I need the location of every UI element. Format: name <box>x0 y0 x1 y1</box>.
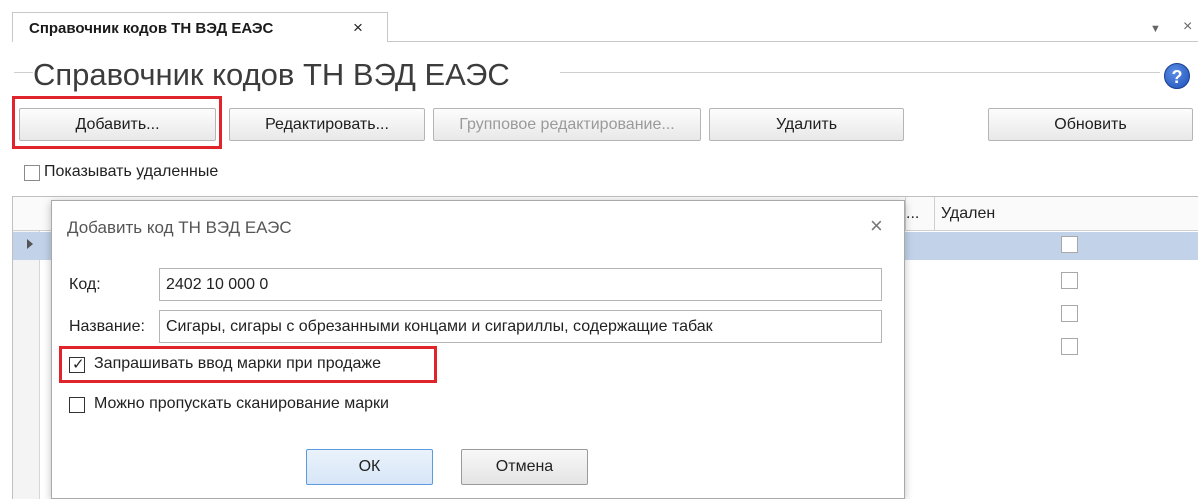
dialog-title: Добавить код ТН ВЭД ЕАЭС <box>67 218 292 237</box>
code-label: Код: <box>69 276 101 293</box>
allow-skip-checkbox[interactable] <box>69 397 85 413</box>
row-deleted-checkbox[interactable] <box>1061 236 1078 253</box>
tab-close-icon[interactable]: × <box>353 18 363 38</box>
window-close-icon[interactable]: × <box>1183 18 1192 36</box>
groupbox-border-right <box>560 72 1160 73</box>
checkmark-icon: ✓ <box>72 356 85 373</box>
page-title: Справочник кодов ТН ВЭД ЕАЭС <box>33 57 518 93</box>
tab-tnved-reference[interactable]: Справочник кодов ТН ВЭД ЕАЭС × <box>12 12 388 42</box>
column-header-deleted[interactable]: Удален <box>941 205 995 223</box>
group-edit-button[interactable]: Групповое редактирование... <box>433 108 701 141</box>
name-label: Название: <box>69 318 145 335</box>
dialog-close-icon[interactable]: × <box>870 213 883 239</box>
groupbox-border-left <box>14 72 34 73</box>
row-indicator-column <box>13 231 40 499</box>
ok-button[interactable]: ОК <box>306 449 433 485</box>
column-header-truncated[interactable]: ... <box>906 205 919 223</box>
require-mark-label: Запрашивать ввод марки при продаже <box>94 355 381 372</box>
help-icon[interactable]: ? <box>1164 63 1190 89</box>
tab-strip-divider <box>388 41 1198 42</box>
show-deleted-label: Показывать удаленные <box>44 163 219 180</box>
row-deleted-checkbox[interactable] <box>1061 305 1078 322</box>
cancel-button[interactable]: Отмена <box>461 449 588 485</box>
code-field[interactable]: 2402 10 000 0 <box>159 268 882 301</box>
row-deleted-checkbox[interactable] <box>1061 272 1078 289</box>
tab-label: Справочник кодов ТН ВЭД ЕАЭС <box>29 20 274 37</box>
header-separator <box>934 197 935 231</box>
edit-button[interactable]: Редактировать... <box>229 108 425 141</box>
name-field[interactable]: Сигары, сигары с обрезанными концами и с… <box>159 310 882 343</box>
show-deleted-checkbox[interactable] <box>24 165 40 181</box>
require-mark-checkbox[interactable]: ✓ <box>69 356 85 373</box>
row-deleted-checkbox[interactable] <box>1061 338 1078 355</box>
tab-list-dropdown-icon[interactable]: ▼ <box>1150 23 1161 35</box>
refresh-button[interactable]: Обновить <box>988 108 1193 141</box>
add-code-dialog: Добавить код ТН ВЭД ЕАЭС × Код: 2402 10 … <box>51 200 905 499</box>
allow-skip-label: Можно пропускать сканирование марки <box>94 395 389 412</box>
add-button[interactable]: Добавить... <box>19 108 216 141</box>
current-row-arrow-icon <box>27 239 33 249</box>
delete-button[interactable]: Удалить <box>709 108 904 141</box>
